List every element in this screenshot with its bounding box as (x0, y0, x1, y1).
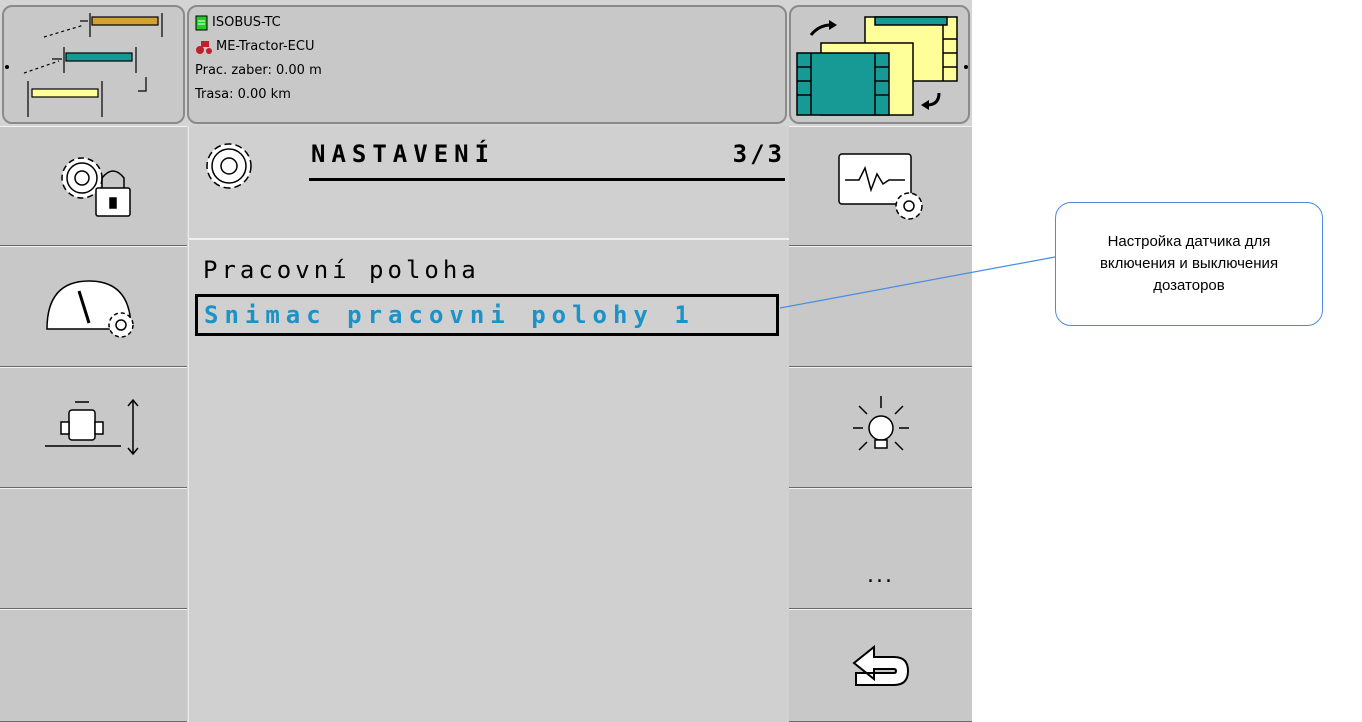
back-button[interactable] (789, 609, 972, 722)
brightness-icon (852, 395, 909, 451)
implement-layout-icon (5, 13, 163, 117)
document-icon (195, 15, 208, 31)
work-position-label: Pracovní poloha (203, 256, 480, 284)
empty-softkey-left-5[interactable] (0, 609, 187, 722)
diagnostics-button[interactable] (789, 126, 972, 246)
next-mask-button[interactable] (789, 5, 970, 124)
security-settings-button[interactable] (0, 126, 187, 246)
speed-settings-button[interactable] (0, 246, 187, 367)
page-title: NASTAVENÍ (311, 140, 496, 168)
callout-text: Настройка датчика для включения и выключ… (1099, 233, 1279, 294)
callout-box: Настройка датчика для включения и выключ… (1055, 202, 1323, 326)
machine-height-icon (44, 398, 139, 455)
task-controller-label: ISOBUS-TC (212, 15, 281, 30)
settings-page: NASTAVENÍ 3/3 Pracovní poloha Snimac pra… (188, 126, 789, 722)
tractor-ecu-line: ME-Tractor-ECU (195, 35, 779, 59)
tractor-ecu-label: ME-Tractor-ECU (216, 39, 315, 54)
previous-mask-button[interactable] (2, 5, 185, 124)
isobus-terminal: ISOBUS-TC ME-Tractor-ECU Prac. zaber: 0.… (0, 0, 972, 722)
distance-label: Trasa: 0.00 km (195, 87, 291, 102)
brightness-button[interactable] (789, 367, 972, 488)
working-width-label: Prac. zaber: 0.00 m (195, 63, 322, 78)
callout-pointer (780, 256, 1056, 309)
task-controller-line: ISOBUS-TC (195, 11, 779, 35)
gear-icon (206, 143, 252, 189)
working-width-line: Prac. zaber: 0.00 m (195, 59, 779, 83)
gauge-settings-icon (45, 279, 134, 338)
distance-line: Trasa: 0.00 km (195, 83, 779, 107)
more-icon: ... (867, 563, 894, 588)
settings-lock-icon (60, 157, 131, 217)
machine-geometry-button[interactable] (0, 367, 187, 488)
more-button[interactable]: ... (789, 488, 972, 609)
status-info-panel: ISOBUS-TC ME-Tractor-ECU Prac. zaber: 0.… (187, 5, 787, 124)
page-indicator: 3/3 (732, 140, 785, 168)
tractor-icon (196, 41, 212, 54)
section-view-icon (796, 16, 968, 116)
title-underline (309, 178, 785, 181)
divider (189, 238, 789, 240)
back-icon (851, 644, 909, 686)
diagnostics-icon (837, 153, 923, 220)
empty-softkey-left-4[interactable] (0, 488, 187, 609)
work-position-sensor-field[interactable]: Snimac pracovni polohy 1 (195, 294, 779, 336)
